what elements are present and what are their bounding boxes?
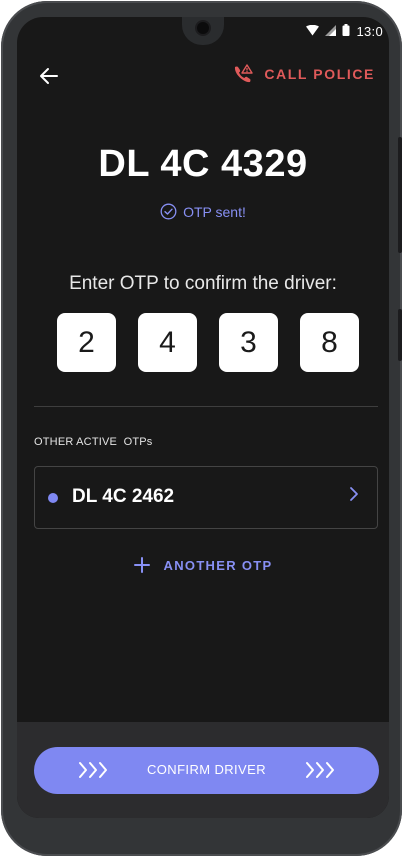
volume-button [398, 309, 402, 361]
phone-frame: 13:0 CALL POLICE DL 4C 4329 OTP sent! En… [1, 1, 402, 856]
call-police-button[interactable]: CALL POLICE [232, 64, 375, 84]
bottom-action-panel: CONFIRM DRIVER [17, 722, 389, 818]
top-bar: CALL POLICE [17, 61, 389, 91]
otp-digit-3[interactable]: 3 [219, 313, 278, 372]
call-police-label: CALL POLICE [264, 66, 375, 82]
battery-icon [342, 24, 350, 39]
otp-digit-4[interactable]: 8 [300, 313, 359, 372]
camera-notch [182, 17, 224, 45]
app-screen: 13:0 CALL POLICE DL 4C 4329 OTP sent! En… [17, 17, 389, 818]
other-otps-label: OTHER ACTIVE OTPs [34, 436, 153, 448]
back-button[interactable] [37, 64, 61, 88]
otp-sent-text: OTP sent! [183, 203, 246, 220]
cellular-signal-icon [325, 24, 337, 39]
active-otp-plate: DL 4C 2462 [72, 486, 175, 507]
otp-input-group: 2 4 3 8 [57, 313, 359, 372]
add-another-otp-label: ANOTHER OTP [163, 557, 273, 573]
plus-icon [133, 557, 150, 573]
status-time: 13:0 [356, 24, 383, 39]
power-button [398, 137, 402, 253]
wifi-icon [306, 24, 320, 39]
chevron-right-icon [350, 487, 358, 501]
phone-alert-icon [235, 64, 254, 83]
section-divider [34, 406, 378, 407]
back-arrow-icon [40, 68, 58, 84]
front-camera [197, 22, 209, 34]
triple-chevron-right-icon [306, 762, 334, 778]
otp-digit-2[interactable]: 4 [138, 313, 197, 372]
vehicle-plate-title: DL 4C 4329 [98, 143, 308, 185]
add-another-otp-button[interactable]: ANOTHER OTP [17, 557, 389, 573]
check-circle-icon [160, 203, 177, 220]
otp-prompt: Enter OTP to confirm the driver: [69, 273, 337, 294]
otp-digit-1[interactable]: 2 [57, 313, 116, 372]
active-otp-item[interactable]: DL 4C 2462 [34, 466, 378, 529]
active-status-dot [48, 493, 58, 503]
confirm-driver-button[interactable]: CONFIRM DRIVER [34, 747, 379, 794]
otp-sent-status: OTP sent! [17, 203, 389, 220]
status-bar: 13:0 [306, 24, 383, 39]
